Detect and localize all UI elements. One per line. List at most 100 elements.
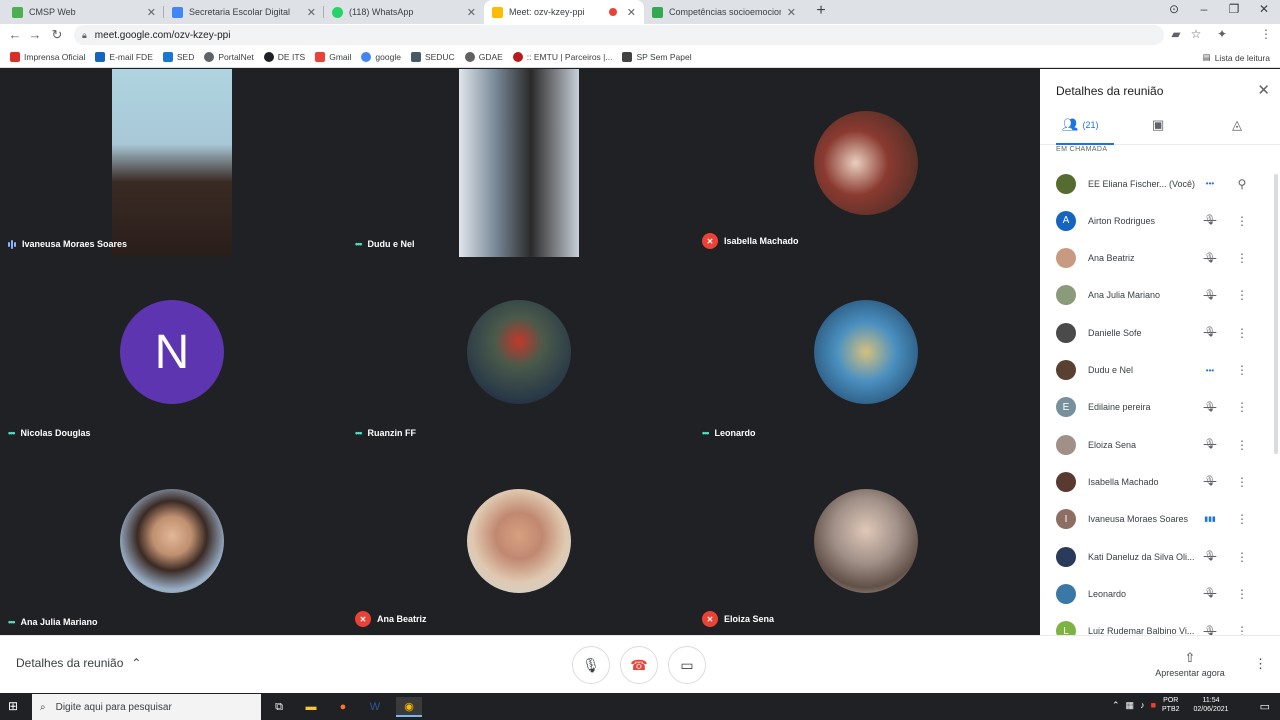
participant-tile[interactable]: ✕ Ana Beatriz — [347, 447, 692, 635]
more-actions-icon[interactable]: ⋮ — [1234, 587, 1250, 601]
participant-tile[interactable]: ••• Ana Julia Mariano — [0, 447, 345, 635]
task-view-icon[interactable]: ⧉ — [266, 697, 292, 717]
meeting-details-button[interactable]: Detalhes da reunião ⌃ — [16, 656, 141, 670]
browser-tab[interactable]: (118) WhatsApp ✕ — [324, 0, 484, 24]
camera-in-use-icon[interactable]: ▰ — [1168, 27, 1184, 41]
participant-row[interactable]: I Ivaneusa Moraes Soares ▮▮▮ ⋮ — [1040, 501, 1280, 538]
participant-row[interactable]: Ana Beatriz 🎙︎ ⋮ — [1040, 240, 1280, 277]
reading-list-button[interactable]: ▤ Lista de leitura — [1203, 52, 1270, 63]
more-actions-icon[interactable]: ⋮ — [1234, 400, 1250, 414]
forward-icon[interactable]: → — [26, 27, 44, 42]
minimize-button[interactable]: – — [1192, 2, 1216, 16]
panel-scrollbar[interactable] — [1274, 174, 1278, 454]
mic-off-icon[interactable]: 🎙︎ — [1202, 327, 1218, 338]
bookmark-item[interactable]: google — [361, 51, 401, 62]
audio-level-icon[interactable]: ▮▮▮ — [1202, 515, 1218, 523]
bookmark-item[interactable]: PortalNet — [204, 51, 254, 62]
close-tab-icon[interactable]: ✕ — [467, 6, 476, 19]
bookmark-item[interactable]: :: EMTU | Parceiros |... — [512, 51, 612, 62]
bookmark-item[interactable]: SED — [162, 51, 194, 62]
notifications-icon[interactable]: ▭ — [1260, 700, 1270, 713]
bookmark-item[interactable]: Gmail — [315, 51, 351, 62]
bookmark-item[interactable]: E-mail FDE — [95, 51, 153, 62]
more-actions-icon[interactable]: ⋮ — [1234, 475, 1250, 489]
more-actions-icon[interactable]: ⋮ — [1234, 512, 1250, 526]
antivirus-icon[interactable]: ■ — [1151, 700, 1156, 710]
close-tab-icon[interactable]: ✕ — [147, 6, 156, 19]
mic-off-icon[interactable]: 🎙︎ — [1202, 253, 1218, 264]
bookmark-item[interactable]: SEDUC — [410, 51, 455, 62]
close-tab-icon[interactable]: ✕ — [307, 6, 316, 19]
mic-off-icon[interactable]: 🎙︎ — [1202, 439, 1218, 450]
close-panel-icon[interactable]: ✕ — [1257, 81, 1270, 99]
more-actions-icon[interactable]: ⋮ — [1234, 438, 1250, 452]
browser-menu-icon[interactable]: ⋮ — [1258, 27, 1274, 41]
participant-row[interactable]: Eloiza Sena 🎙︎ ⋮ — [1040, 426, 1280, 463]
language-indicator[interactable]: POR PTB2 — [1162, 696, 1180, 714]
participant-tile[interactable]: ••• Leonardo — [694, 258, 1039, 446]
tab-search-icon[interactable]: ⊙ — [1162, 2, 1186, 16]
clock[interactable]: 11:54 02/06/2021 — [1194, 696, 1229, 714]
windows-start-icon[interactable]: ⊞ — [8, 699, 18, 713]
reload-icon[interactable]: ↻ — [48, 27, 66, 43]
participant-row[interactable]: EE Eliana Fischer... (Você) ••• ⚲ — [1040, 165, 1280, 202]
participant-tile[interactable]: ••• Ruanzin FF — [347, 258, 692, 446]
participant-row[interactable]: Isabella Machado 🎙︎ ⋮ — [1040, 463, 1280, 500]
participant-row[interactable]: A Airton Rodrigues 🎙︎ ⋮ — [1040, 202, 1280, 239]
file-explorer-icon[interactable]: ▬ — [298, 697, 324, 717]
close-tab-icon[interactable]: ✕ — [627, 6, 636, 19]
mic-off-icon[interactable]: 🎙︎ — [1202, 215, 1218, 226]
mic-off-icon[interactable]: 🎙︎ — [1202, 290, 1218, 301]
browser-tab[interactable]: CMSP Web ✕ — [4, 0, 164, 24]
present-now-button[interactable]: ⇧ Apresentar agora — [1148, 650, 1232, 678]
speaker-icon[interactable]: ♪ — [1140, 700, 1145, 710]
more-actions-icon[interactable]: ⋮ — [1234, 326, 1250, 340]
browser-tab[interactable]: Secretaria Escolar Digital ✕ — [164, 0, 324, 24]
more-actions-icon[interactable]: ⋮ — [1234, 363, 1250, 377]
pin-icon[interactable]: ⚲ — [1234, 177, 1250, 191]
tab-chat[interactable]: ▣ — [1152, 117, 1164, 133]
more-options-icon[interactable]: ⋮ — [1254, 656, 1267, 672]
close-tab-icon[interactable]: ✕ — [787, 6, 796, 19]
mic-off-icon[interactable]: 🎙︎ — [1202, 588, 1218, 599]
mic-off-icon[interactable]: 🎙︎ — [1202, 476, 1218, 487]
browser-tab-active[interactable]: Meet: ozv-kzey-ppi ✕ — [484, 0, 644, 24]
taskbar-search[interactable]: ⌕ Digite aqui para pesquisar — [32, 694, 261, 720]
mic-off-icon[interactable]: 🎙︎ — [1202, 551, 1218, 562]
browser-tab[interactable]: Competências socioemocionais d ✕ — [644, 0, 804, 24]
bookmark-item[interactable]: GDAE — [464, 51, 503, 62]
microphone-button[interactable]: 🎙︎ — [572, 646, 610, 684]
mic-off-icon[interactable]: 🎙︎ — [1202, 402, 1218, 413]
participant-row[interactable]: Kati Daneluz da Silva Oli... 🎙︎ ⋮ — [1040, 538, 1280, 575]
participant-tile[interactable]: ✕ Isabella Machado — [694, 69, 1039, 257]
participant-row[interactable]: Leonardo 🎙︎ ⋮ — [1040, 575, 1280, 612]
participant-tile[interactable]: ✕ Eloiza Sena — [694, 447, 1039, 635]
word-icon[interactable]: W — [362, 697, 388, 717]
new-tab-button[interactable]: + — [811, 2, 831, 20]
tab-people[interactable]: 👥︎ (21) — [1062, 117, 1099, 133]
bookmark-item[interactable]: SP Sem Papel — [622, 51, 692, 62]
chrome-icon[interactable]: ◉ — [396, 697, 422, 717]
participant-tile[interactable]: N ••• Nicolas Douglas — [0, 258, 345, 446]
bookmark-item[interactable]: DE ITS — [263, 51, 305, 62]
more-actions-icon[interactable]: ⋮ — [1234, 288, 1250, 302]
participant-row[interactable]: L Luiz Rudemar Balbino Vi... 🎙︎ ⋮ — [1040, 613, 1280, 635]
mic-off-icon[interactable]: 🎙︎ — [1202, 626, 1218, 635]
more-options-icon[interactable]: ••• — [1202, 366, 1218, 375]
bookmark-star-icon[interactable]: ☆ — [1188, 27, 1204, 41]
close-window-button[interactable]: ✕ — [1252, 2, 1276, 16]
bookmark-item[interactable]: Imprensa Oficial — [10, 51, 85, 62]
more-actions-icon[interactable]: ⋮ — [1234, 214, 1250, 228]
participant-tile[interactable]: Ivaneusa Moraes Soares — [0, 69, 345, 257]
extensions-icon[interactable]: ✦ — [1214, 27, 1230, 41]
camera-button[interactable]: ▭ — [668, 646, 706, 684]
chevron-up-icon[interactable]: ⌃ — [1112, 700, 1120, 711]
maximize-button[interactable]: ❐ — [1222, 2, 1246, 16]
more-actions-icon[interactable]: ⋮ — [1234, 251, 1250, 265]
more-actions-icon[interactable]: ⋮ — [1234, 550, 1250, 564]
more-actions-icon[interactable]: ⋮ — [1234, 624, 1250, 635]
address-bar[interactable]: 🔒︎ meet.google.com/ozv-kzey-ppi — [74, 25, 1164, 45]
tab-activities[interactable]: ◬ — [1232, 117, 1242, 133]
network-icon[interactable]: ▦ — [1126, 700, 1135, 711]
participant-row[interactable]: Dudu e Nel ••• ⋮ — [1040, 352, 1280, 389]
